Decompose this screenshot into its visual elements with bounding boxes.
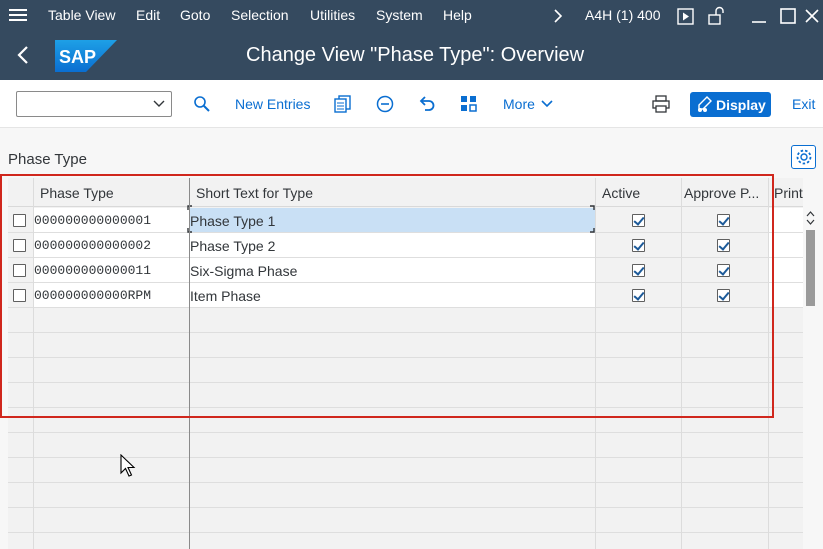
undo-icon[interactable] (417, 94, 437, 114)
new-entries-button[interactable]: New Entries (235, 96, 310, 112)
application-toolbar: New Entries More Display Exit (0, 80, 823, 128)
menu-edit[interactable]: Edit (136, 7, 160, 23)
scroll-arrows-icon[interactable] (806, 210, 815, 226)
menu-icon[interactable] (8, 6, 28, 26)
minimize-icon[interactable] (750, 8, 768, 24)
table-title: Phase Type (8, 151, 87, 168)
table-scrollbar[interactable] (805, 208, 816, 549)
print-icon[interactable] (651, 94, 671, 114)
close-icon[interactable] (804, 8, 820, 24)
delete-icon[interactable] (375, 94, 395, 114)
page-title: Change View "Phase Type": Overview (246, 44, 585, 66)
display-button-label: Display (716, 97, 766, 113)
empty-row (8, 508, 803, 533)
menu-table-view[interactable]: Table View (48, 7, 115, 23)
chevron-right-icon[interactable] (552, 9, 564, 23)
copy-icon[interactable] (333, 94, 353, 114)
sap-logo: SAP (55, 40, 117, 72)
annotation-highlight-box (0, 174, 774, 418)
menu-bar: Table View Edit Goto Selection Utilities… (0, 0, 823, 32)
menu-system[interactable]: System (376, 7, 423, 23)
pencil-glasses-icon (698, 96, 712, 112)
system-info: A4H (1) 400 (585, 7, 661, 23)
empty-row (8, 483, 803, 508)
more-chevron-icon[interactable] (540, 99, 554, 109)
column-header-print[interactable]: Print (774, 185, 803, 201)
maximize-icon[interactable] (780, 8, 796, 24)
play-icon[interactable] (677, 8, 694, 25)
display-button[interactable]: Display (690, 92, 771, 117)
command-field[interactable] (16, 91, 172, 117)
chevron-down-icon[interactable] (153, 97, 165, 109)
settings-icon (796, 149, 812, 165)
table-settings-button[interactable] (791, 145, 816, 169)
unlock-icon[interactable] (707, 6, 725, 25)
more-button[interactable]: More (503, 96, 535, 112)
back-icon[interactable] (16, 44, 30, 66)
scrollbar-thumb[interactable] (806, 230, 815, 306)
title-bar: SAP Change View "Phase Type": Overview (0, 32, 823, 80)
menu-utilities[interactable]: Utilities (310, 7, 355, 23)
menu-goto[interactable]: Goto (180, 7, 210, 23)
menu-selection[interactable]: Selection (231, 7, 289, 23)
select-all-icon[interactable] (459, 94, 479, 114)
mouse-cursor-icon (120, 454, 136, 477)
sap-logo-text: SAP (59, 47, 96, 67)
exit-button[interactable]: Exit (792, 96, 815, 112)
menu-help[interactable]: Help (443, 7, 472, 23)
zoom-icon[interactable] (192, 94, 212, 114)
